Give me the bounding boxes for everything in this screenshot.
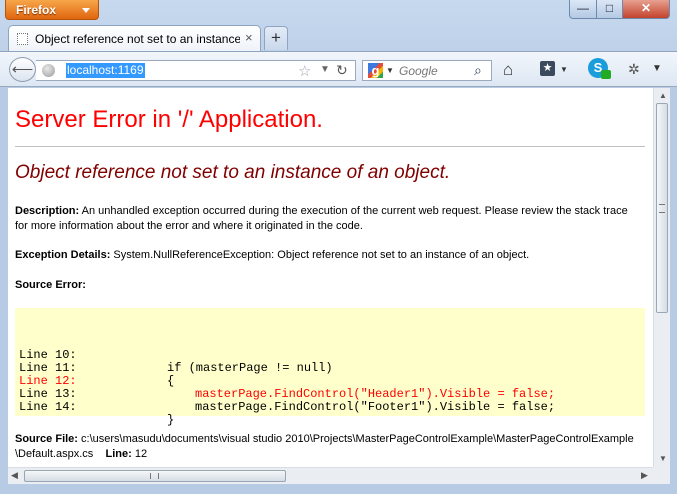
scroll-up-icon[interactable]: ▲ [659,91,667,100]
horizontal-scroll-thumb[interactable] [24,470,286,482]
engine-dropdown-icon[interactable]: ▼ [386,66,394,75]
tab-close-button[interactable]: × [245,30,253,45]
tab-title: Object reference not set to an instance … [35,32,240,46]
source-code-box: Line 10: if (masterPage != null) Line 11… [15,308,645,427]
source-file-label: Source File: [15,433,78,445]
arrow-left-icon: ⟵ [11,61,34,78]
close-window-button[interactable]: ✕ [622,0,670,19]
source-error-heading: Source Error: [15,278,635,293]
home-icon[interactable]: ⌂ [503,60,513,80]
url-text[interactable]: localhost:1169 [66,63,145,78]
history-dropdown-icon[interactable]: ▼ [320,64,330,75]
description-label: Description: [15,205,80,217]
horizontal-scrollbar[interactable]: ◀ ▶ [8,467,653,484]
navigation-toolbar: ⟵ localhost:1169 ☆ ▼ ↻ g ▼ Google ⌕ ⌂ ★ … [0,51,677,87]
firefox-menu-button[interactable]: Firefox [5,0,99,20]
source-error-label: Source Error: [15,279,86,291]
vertical-scroll-thumb[interactable] [656,103,668,313]
reload-icon[interactable]: ↻ [336,62,348,79]
google-engine-icon[interactable]: g [368,63,383,78]
search-icon[interactable]: ⌕ [474,62,482,79]
page-content: Server Error in '/' Application. Object … [8,88,653,467]
vertical-scrollbar[interactable]: ▲ ▼ [653,88,670,467]
error-title: Object reference not set to an instance … [15,162,451,183]
firebug-dropdown-icon[interactable]: ▼ [652,63,662,74]
scroll-down-icon[interactable]: ▼ [659,454,667,463]
grip-icon [150,473,159,479]
line-value: 12 [131,448,148,460]
url-bar[interactable]: localhost:1169 ☆ ▼ ↻ [36,60,356,81]
search-input[interactable]: Google [399,64,438,78]
line-code: if (masterPage != null) [167,361,333,375]
page-favicon-icon [17,33,28,45]
bookmarks-menu-icon[interactable]: ★ [540,61,555,76]
chevron-down-icon [82,8,90,13]
search-bar[interactable]: g ▼ Google ⌕ [362,60,492,81]
description-text: An unhandled exception occurred during t… [15,205,628,232]
scrollbar-corner [653,467,670,484]
divider [15,146,645,147]
line-code: } [167,413,175,427]
line-number: Line 14: [19,400,77,414]
source-file-block: Source File: c:\users\masudu\documents\v… [15,432,641,462]
back-button[interactable]: ⟵ [9,57,36,82]
bookmarks-dropdown-icon[interactable]: ▼ [560,65,568,74]
line-label: Line: [105,448,132,460]
bookmark-star-icon[interactable]: ☆ [298,62,311,80]
minimize-button[interactable]: — [569,0,597,19]
line-code: { [167,374,175,388]
exception-label: Exception Details: [15,249,111,261]
tab-active[interactable]: Object reference not set to an instance … [8,25,261,52]
exception-block: Exception Details: System.NullReferenceE… [15,248,635,263]
description-block: Description: An unhandled exception occu… [15,204,635,234]
maximize-button[interactable]: □ [596,0,623,19]
grip-icon [659,204,665,213]
new-tab-button[interactable]: + [264,26,288,50]
scroll-left-icon[interactable]: ◀ [11,470,18,481]
firefox-menu-label: Firefox [16,3,57,17]
skype-status-icon [601,70,611,79]
site-identity-icon[interactable] [42,64,55,77]
browser-window: Firefox — □ ✕ Object reference not set t… [0,0,677,494]
exception-text: System.NullReferenceException: Object re… [110,249,530,261]
server-error-heading: Server Error in '/' Application. [15,106,323,133]
scroll-right-icon[interactable]: ▶ [641,470,648,481]
firebug-icon[interactable]: ✲ [628,61,640,78]
line-code: masterPage.FindControl("Footer1").Visibl… [195,400,556,414]
